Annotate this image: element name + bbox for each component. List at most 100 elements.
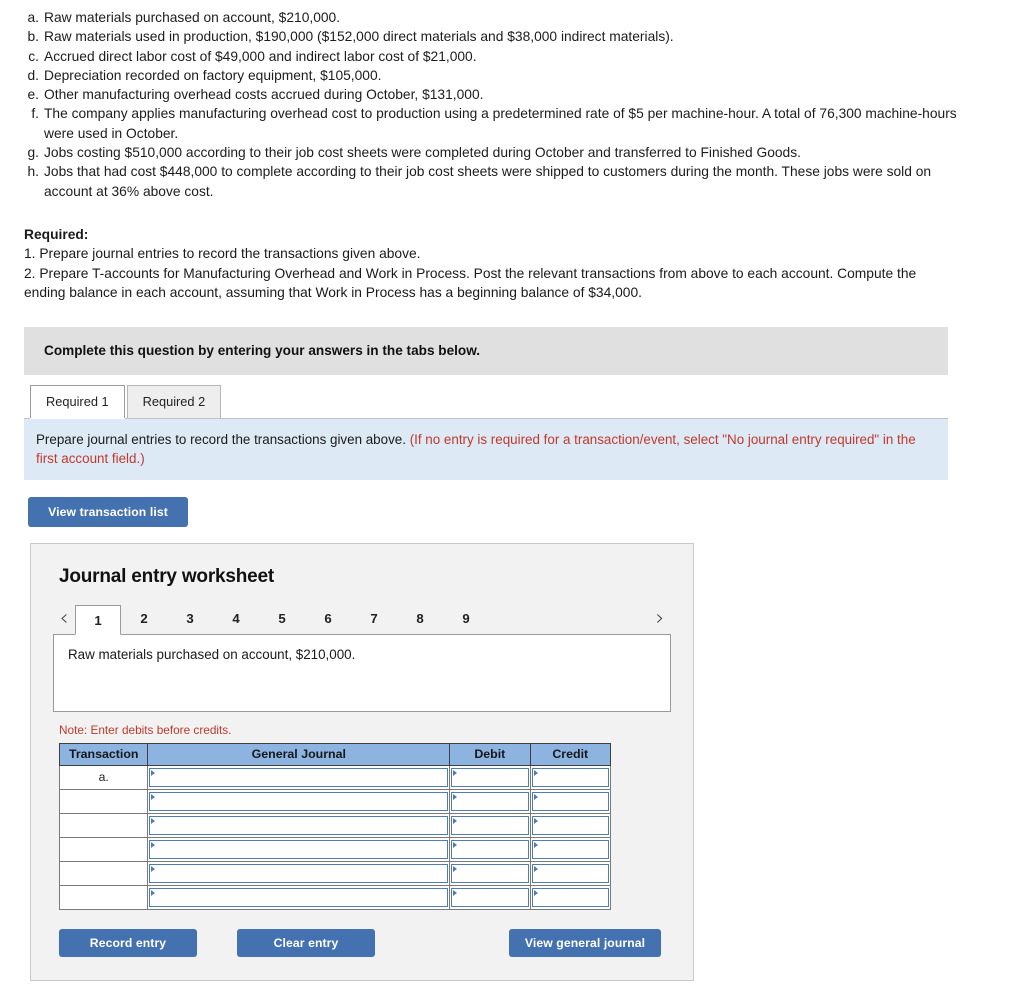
debits-before-credits-note: Note: Enter debits before credits. bbox=[59, 722, 232, 737]
account-select[interactable] bbox=[149, 839, 449, 859]
problem-item-text: Depreciation recorded on factory equipme… bbox=[44, 67, 382, 83]
problem-item-letter: g. bbox=[27, 145, 39, 161]
cell-debit bbox=[449, 764, 531, 790]
column-header-debit: Debit bbox=[449, 742, 531, 766]
complete-question-banner: Complete this question by entering your … bbox=[24, 326, 948, 375]
cell-debit bbox=[449, 884, 531, 910]
problem-item-letter: b. bbox=[27, 29, 39, 45]
credit-input[interactable] bbox=[531, 767, 609, 787]
worksheet-footer: Record entry Clear entry View general jo… bbox=[31, 910, 693, 980]
problem-item: h. Jobs that had cost $448,000 to comple… bbox=[24, 162, 964, 201]
cell-debit bbox=[449, 812, 531, 838]
debit-input[interactable] bbox=[451, 791, 529, 811]
problem-item: g. Jobs costing $510,000 according to th… bbox=[24, 143, 964, 162]
journal-entry-table: Transaction General Journal Debit Credit… bbox=[58, 742, 612, 910]
problem-item-text: Jobs that had cost $448,000 to complete … bbox=[44, 164, 932, 199]
problem-item: a. Raw materials purchased on account, $… bbox=[24, 8, 964, 27]
cell-credit bbox=[529, 764, 612, 790]
cell-transaction bbox=[58, 836, 149, 862]
cell-credit bbox=[529, 884, 612, 910]
required-line-2: 2. Prepare T-accounts for Manufacturing … bbox=[24, 265, 917, 301]
debit-input[interactable] bbox=[451, 863, 529, 883]
record-entry-button[interactable]: Record entry bbox=[59, 928, 197, 957]
cell-general-journal bbox=[147, 812, 451, 838]
view-transaction-list-button[interactable]: View transaction list bbox=[28, 496, 188, 527]
table-row bbox=[58, 884, 612, 910]
tab-required-1[interactable]: Required 1 bbox=[30, 384, 125, 418]
required-line-1: 1. Prepare journal entries to record the… bbox=[24, 246, 421, 262]
pager-page-3[interactable]: 3 bbox=[167, 603, 213, 634]
view-general-journal-button[interactable]: View general journal bbox=[509, 928, 661, 957]
instruction-panel: Prepare journal entries to record the tr… bbox=[24, 417, 948, 480]
credit-input[interactable] bbox=[531, 887, 609, 907]
cell-general-journal bbox=[147, 764, 451, 790]
pager-page-9[interactable]: 9 bbox=[443, 603, 489, 634]
worksheet-pager: ‹ 1 2 3 4 5 6 7 8 9 › bbox=[31, 588, 693, 635]
cell-general-journal bbox=[147, 884, 451, 910]
table-header-row: Transaction General Journal Debit Credit bbox=[58, 742, 612, 766]
transaction-description-text: Raw materials purchased on account, $210… bbox=[68, 646, 356, 662]
table-row bbox=[58, 860, 612, 886]
tab-required-2[interactable]: Required 2 bbox=[126, 384, 222, 418]
table-row bbox=[58, 788, 612, 814]
debit-input[interactable] bbox=[451, 839, 529, 859]
worksheet-title: Journal entry worksheet bbox=[59, 565, 275, 587]
cell-general-journal bbox=[147, 788, 451, 814]
column-header-credit: Credit bbox=[529, 742, 612, 766]
cell-transaction: a. bbox=[58, 764, 149, 790]
pager-page-1[interactable]: 1 bbox=[75, 604, 121, 635]
pager-page-7[interactable]: 7 bbox=[351, 603, 397, 634]
cell-debit bbox=[449, 788, 531, 814]
account-select[interactable] bbox=[149, 815, 449, 835]
problem-item: f. The company applies manufacturing ove… bbox=[24, 104, 964, 143]
column-header-general-journal: General Journal bbox=[147, 742, 451, 766]
cell-credit bbox=[529, 812, 612, 838]
required-heading: Required: bbox=[24, 226, 89, 242]
journal-table-wrapper: Transaction General Journal Debit Credit… bbox=[31, 737, 693, 910]
credit-input[interactable] bbox=[531, 815, 609, 835]
problem-item-text: The company applies manufacturing overhe… bbox=[44, 106, 957, 141]
credit-input[interactable] bbox=[531, 863, 609, 883]
problem-item-letter: c. bbox=[28, 48, 39, 64]
debit-input[interactable] bbox=[451, 887, 529, 907]
problem-item-letter: e. bbox=[27, 87, 39, 103]
problem-item: e. Other manufacturing overhead costs ac… bbox=[24, 85, 964, 104]
required-section: Required: 1. Prepare journal entries to … bbox=[24, 225, 954, 303]
pager-page-4[interactable]: 4 bbox=[213, 603, 259, 634]
cell-credit bbox=[529, 788, 612, 814]
clear-entry-button[interactable]: Clear entry bbox=[237, 928, 375, 957]
cell-credit bbox=[529, 860, 612, 886]
problem-item: d. Depreciation recorded on factory equi… bbox=[24, 66, 964, 85]
chevron-right-icon[interactable]: › bbox=[649, 604, 671, 634]
problem-item-text: Jobs costing $510,000 according to their… bbox=[44, 145, 801, 161]
problem-item-letter: d. bbox=[27, 67, 39, 83]
pager-page-6[interactable]: 6 bbox=[305, 603, 351, 634]
credit-input[interactable] bbox=[531, 791, 609, 811]
pager-page-8[interactable]: 8 bbox=[397, 603, 443, 634]
column-header-transaction: Transaction bbox=[58, 742, 149, 766]
chevron-left-icon[interactable]: ‹ bbox=[53, 604, 75, 634]
problem-item: c. Accrued direct labor cost of $49,000 … bbox=[24, 47, 964, 66]
account-select[interactable] bbox=[149, 863, 449, 883]
table-row bbox=[58, 836, 612, 862]
transaction-description-box: Raw materials purchased on account, $210… bbox=[53, 633, 671, 712]
cell-transaction bbox=[58, 860, 149, 886]
problem-item-letter: a. bbox=[27, 10, 39, 25]
problem-item: b. Raw materials used in production, $19… bbox=[24, 27, 964, 46]
debit-input[interactable] bbox=[451, 815, 529, 835]
problem-item-letter: h. bbox=[27, 164, 39, 180]
instruction-text: Prepare journal entries to record the tr… bbox=[36, 431, 406, 447]
cell-debit bbox=[449, 836, 531, 862]
problem-item-text: Accrued direct labor cost of $49,000 and… bbox=[44, 48, 477, 64]
pager-page-5[interactable]: 5 bbox=[259, 603, 305, 634]
account-select[interactable] bbox=[149, 767, 449, 787]
cell-transaction bbox=[58, 884, 149, 910]
credit-input[interactable] bbox=[531, 839, 609, 859]
problem-item-text: Raw materials used in production, $190,0… bbox=[44, 29, 674, 45]
problem-item-text: Raw materials purchased on account, $210… bbox=[44, 10, 341, 25]
account-select[interactable] bbox=[149, 791, 449, 811]
required-tabs: Required 1 Required 2 bbox=[30, 384, 1024, 418]
account-select[interactable] bbox=[149, 887, 449, 907]
pager-page-2[interactable]: 2 bbox=[121, 603, 167, 634]
debit-input[interactable] bbox=[451, 767, 529, 787]
